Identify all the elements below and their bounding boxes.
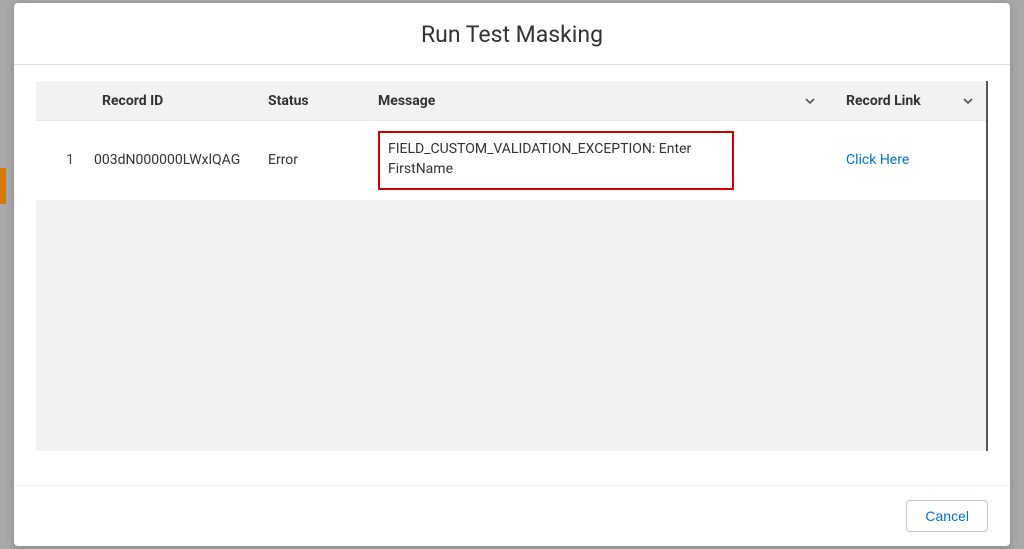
cancel-button[interactable]: Cancel — [906, 500, 988, 532]
row-record-id: 003dN000000LWxlQAG — [84, 152, 262, 168]
background-orange-stripe — [0, 168, 6, 204]
row-message: FIELD_CUSTOM_VALIDATION_EXCEPTION: Enter… — [378, 131, 734, 190]
chevron-down-icon[interactable] — [960, 93, 976, 109]
col-header-record-link-label: Record Link — [846, 93, 921, 109]
modal-body: Record ID Status Message Record Link 1 — [14, 65, 1010, 485]
record-link[interactable]: Click Here — [846, 152, 909, 168]
run-test-masking-modal: Run Test Masking Record ID Status Messag… — [14, 3, 1010, 546]
row-message-cell: FIELD_CUSTOM_VALIDATION_EXCEPTION: Enter… — [372, 131, 828, 190]
results-table: Record ID Status Message Record Link 1 — [36, 81, 988, 451]
col-header-message[interactable]: Message — [372, 93, 828, 109]
table-row: 1 003dN000000LWxlQAG Error FIELD_CUSTOM_… — [36, 121, 986, 200]
modal-header: Run Test Masking — [14, 3, 1010, 65]
table-header-row: Record ID Status Message Record Link — [36, 81, 986, 121]
modal-footer: Cancel — [14, 485, 1010, 546]
col-header-status[interactable]: Status — [262, 93, 372, 109]
row-status: Error — [262, 152, 372, 168]
col-header-message-label: Message — [378, 93, 435, 109]
row-link-cell: Click Here — [828, 152, 986, 168]
chevron-down-icon[interactable] — [802, 93, 818, 109]
col-header-record-link[interactable]: Record Link — [828, 93, 986, 109]
modal-title: Run Test Masking — [14, 21, 1010, 48]
col-header-record-id[interactable]: Record ID — [84, 93, 262, 109]
row-number: 1 — [36, 152, 84, 168]
